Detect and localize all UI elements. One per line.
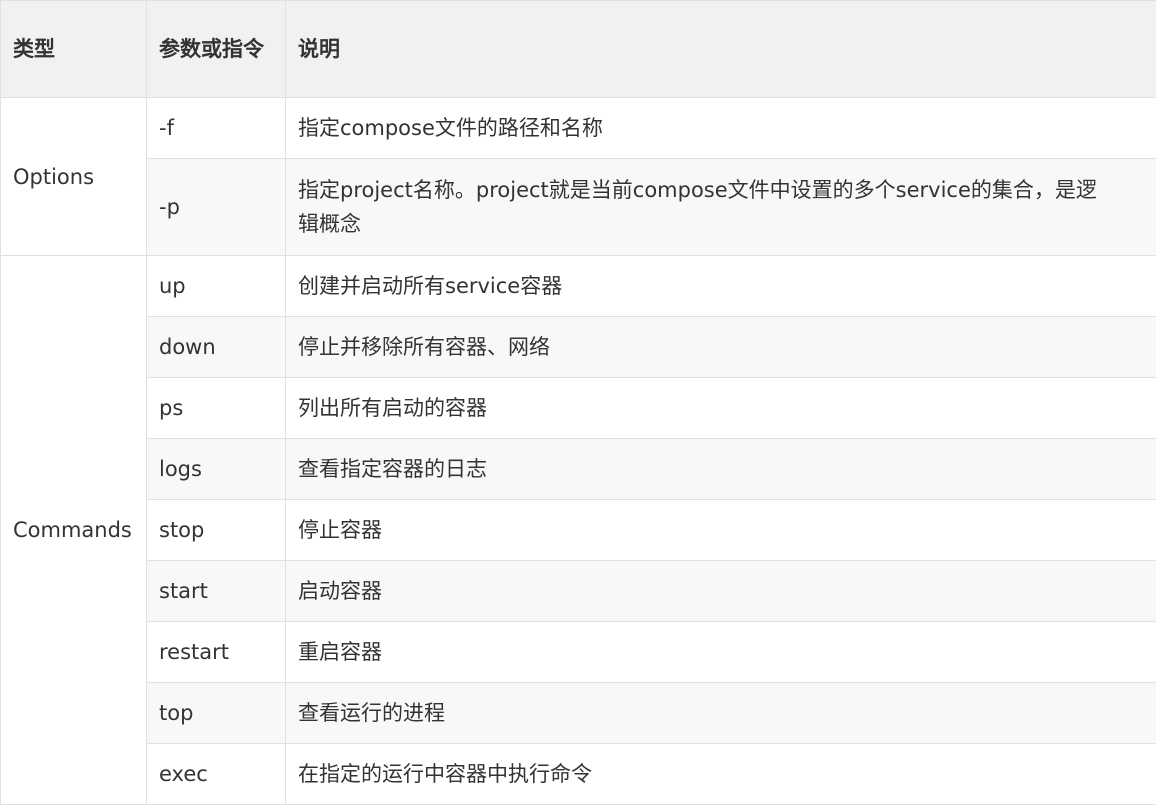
- description-cell: 指定compose文件的路径和名称: [285, 97, 1156, 159]
- table-row: Options -f 指定compose文件的路径和名称: [0, 97, 1156, 256]
- param-cell: restart: [146, 621, 286, 683]
- description-cell: 停止容器: [285, 499, 1156, 561]
- param-cell: stop: [146, 499, 286, 561]
- table-row: exec 在指定的运行中容器中执行命令: [1, 743, 1156, 805]
- description-cell: 列出所有启动的容器: [285, 377, 1156, 439]
- table-row: down 停止并移除所有容器、网络: [1, 316, 1156, 378]
- table-row: ps 列出所有启动的容器: [1, 377, 1156, 439]
- table-row: start 启动容器: [1, 560, 1156, 622]
- table-row: stop 停止容器: [1, 499, 1156, 561]
- table-row: -p 指定project名称。project就是当前compose文件中设置的多…: [1, 158, 1156, 256]
- param-cell: -p: [146, 158, 286, 256]
- table-row: restart 重启容器: [1, 621, 1156, 683]
- param-cell: top: [146, 682, 286, 744]
- param-cell: exec: [146, 743, 286, 805]
- description-cell: 指定project名称。project就是当前compose文件中设置的多个se…: [285, 158, 1156, 256]
- header-description: 说明: [285, 0, 1156, 98]
- param-cell: start: [146, 560, 286, 622]
- type-cell-commands: Commands: [0, 255, 147, 805]
- param-cell: logs: [146, 438, 286, 500]
- type-cell-options: Options: [0, 97, 147, 256]
- header-type: 类型: [0, 0, 147, 98]
- table-row: top 查看运行的进程: [1, 682, 1156, 744]
- description-cell: 重启容器: [285, 621, 1156, 683]
- table-row: logs 查看指定容器的日志: [1, 438, 1156, 500]
- table-row: Commands up 创建并启动所有service容器: [0, 255, 1156, 805]
- description-cell: 查看指定容器的日志: [285, 438, 1156, 500]
- param-cell: up: [146, 255, 286, 317]
- description-cell: 停止并移除所有容器、网络: [285, 316, 1156, 378]
- docker-compose-reference-table: 类型 参数或指令 说明 Options -f 指定compose文件的路径和名称…: [0, 0, 1156, 805]
- param-cell: down: [146, 316, 286, 378]
- param-cell: -f: [146, 97, 286, 159]
- description-cell: 查看运行的进程: [285, 682, 1156, 744]
- description-cell: 在指定的运行中容器中执行命令: [285, 743, 1156, 805]
- header-row: 类型 参数或指令 说明: [0, 0, 1156, 98]
- table-header: 类型 参数或指令 说明: [0, 0, 1156, 98]
- description-cell: 创建并启动所有service容器: [285, 255, 1156, 317]
- table-body: Options -f 指定compose文件的路径和名称 -p 指定projec…: [0, 97, 1156, 805]
- header-param: 参数或指令: [146, 0, 286, 98]
- description-cell: 启动容器: [285, 560, 1156, 622]
- param-cell: ps: [146, 377, 286, 439]
